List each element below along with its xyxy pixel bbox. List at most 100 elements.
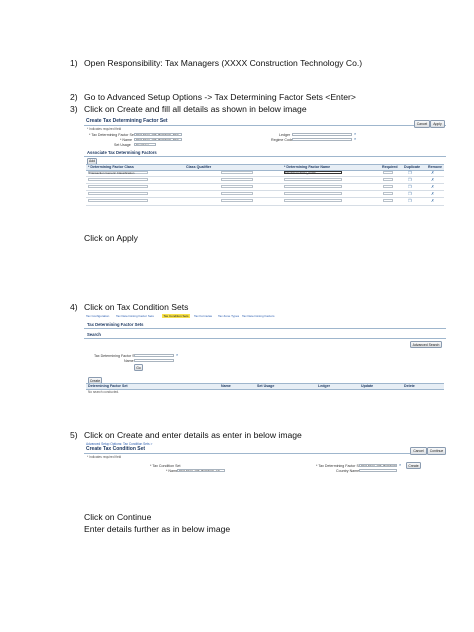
- factor-class-select[interactable]: [88, 185, 148, 189]
- class-qualifier-input[interactable]: [221, 192, 253, 196]
- instruction-click-apply: Click on Apply: [84, 233, 138, 243]
- search-icon[interactable]: ⌕: [354, 137, 356, 141]
- screenshot-create-factor-set: Create Tax Determining Factor Set Cancel…: [84, 117, 446, 215]
- step-4: 4) Click on Tax Condition Sets: [70, 302, 188, 312]
- page-title: Create Tax Determining Factor Set: [86, 118, 168, 124]
- column-header: Class Qualifier: [186, 165, 212, 169]
- step-1: 1) Open Responsibility: Tax Managers (XXX…: [70, 58, 362, 68]
- factor-set-input[interactable]: DET DECL-WS_BONNUS_RFG: [359, 463, 397, 468]
- remove-icon[interactable]: ✗: [431, 185, 434, 189]
- class-qualifier-input[interactable]: [221, 185, 253, 189]
- required-select[interactable]: [383, 199, 393, 203]
- factor-name-input[interactable]: [284, 178, 342, 182]
- step-5: 5) Click on Create and enter details as e…: [70, 430, 302, 440]
- column-header: * Determining Factor Name: [284, 165, 331, 169]
- tab-factor-sets[interactable]: Tax Determining Factor Sets: [116, 314, 154, 318]
- step-text: Click on Tax Condition Sets: [84, 302, 189, 312]
- country-label: Country Name: [336, 469, 360, 473]
- screenshot-create-condition-set: Advanced Setup Options: Tax Condition Se…: [84, 442, 446, 482]
- factor-set-input[interactable]: [134, 353, 174, 358]
- column-header: Determining Factor Set: [88, 384, 128, 388]
- duplicate-icon[interactable]: ❐: [408, 171, 412, 175]
- remove-icon[interactable]: ✗: [431, 199, 434, 203]
- column-header: Delete: [404, 384, 415, 388]
- tab-condition-sets[interactable]: Tax Condition Sets: [162, 314, 191, 318]
- name-label: * Name: [120, 138, 132, 142]
- regime-code-input[interactable]: [292, 137, 352, 142]
- column-header: Required: [382, 165, 398, 169]
- section-title: Associate Tax Determining Factors: [87, 150, 157, 155]
- factor-name-input[interactable]: [284, 199, 342, 203]
- remove-icon[interactable]: ✗: [431, 192, 434, 196]
- cancel-button[interactable]: Cancel: [414, 120, 430, 128]
- column-header: Duplicate: [404, 165, 421, 169]
- name-input[interactable]: DET DECL-WS_BONNUS_RFG: [134, 137, 182, 142]
- step-text: Open Responsibility: Tax Managers (XXXX …: [84, 58, 363, 68]
- factor-class-select[interactable]: [88, 178, 148, 182]
- class-qualifier-input[interactable]: [221, 171, 253, 175]
- divider: [84, 328, 446, 329]
- factor-class-select[interactable]: [88, 199, 148, 203]
- set-usage-select[interactable]: Tax Rules: [134, 142, 156, 147]
- ledger-input[interactable]: [292, 132, 352, 137]
- class-qualifier-input[interactable]: [221, 178, 253, 182]
- divider: [84, 338, 446, 339]
- name-input[interactable]: DET DECL-WS_BONNUS_CS: [177, 468, 225, 473]
- required-select[interactable]: [383, 185, 393, 189]
- factor-class-value: Transaction Generic Classification: [89, 171, 135, 175]
- required-select[interactable]: [383, 171, 393, 175]
- duplicate-icon[interactable]: ❐: [408, 178, 412, 182]
- step-number: 3): [70, 104, 78, 114]
- name-input[interactable]: [134, 358, 174, 363]
- advanced-search-button[interactable]: Advanced Search: [410, 341, 442, 348]
- step-text: Click on Create and fill all details as …: [84, 104, 307, 114]
- remove-icon[interactable]: ✗: [431, 178, 434, 182]
- required-select[interactable]: [383, 192, 393, 196]
- duplicate-icon[interactable]: ❐: [408, 185, 412, 189]
- step-number: 5): [70, 430, 78, 440]
- screenshot-condition-sets-search: Tax Configuration Tax Determining Factor…: [84, 314, 446, 398]
- instruction-click-continue: Click on Continue: [84, 512, 152, 522]
- required-hint: * Indicates required field: [87, 127, 122, 131]
- tab-zone-types[interactable]: Tax Zone Types: [218, 314, 239, 318]
- row-divider: [86, 176, 444, 177]
- divider: [84, 156, 446, 157]
- factor-name-input[interactable]: [284, 192, 342, 196]
- factor-set-label: Tax Determining Factor Set: [94, 354, 138, 358]
- divider: [84, 125, 446, 126]
- duplicate-icon[interactable]: ❐: [408, 199, 412, 203]
- step-number: 2): [70, 92, 78, 102]
- column-header: Ledger: [318, 384, 330, 388]
- step-text: Go to Advanced Setup Options -> Tax Dete…: [84, 92, 356, 102]
- country-input[interactable]: [359, 468, 397, 473]
- remove-icon[interactable]: ✗: [431, 171, 434, 175]
- divider: [84, 453, 446, 454]
- tab-determining-factors[interactable]: Tax Determining Factors: [242, 314, 275, 318]
- search-icon[interactable]: ⌕: [176, 353, 178, 357]
- factor-set-label: * Tax Determining Factor Set: [316, 464, 362, 468]
- factor-set-label: * Tax Determining Factor Set: [89, 133, 135, 137]
- tab-bar: Tax Configuration Tax Determining Factor…: [86, 314, 444, 319]
- column-header: * Determining Factor Class: [88, 165, 134, 169]
- create-button[interactable]: Create: [406, 462, 421, 469]
- cancel-button[interactable]: Cancel: [410, 447, 427, 455]
- set-usage-label: Set Usage: [114, 143, 131, 147]
- regime-code-label: Regime Code: [271, 138, 293, 142]
- column-header: Remove: [428, 165, 442, 169]
- factor-class-select[interactable]: [88, 192, 148, 196]
- apply-button[interactable]: Apply: [430, 120, 445, 128]
- class-qualifier-input[interactable]: [221, 199, 253, 203]
- row-divider: [86, 197, 444, 198]
- go-button[interactable]: Go: [134, 364, 143, 371]
- required-select[interactable]: [383, 178, 393, 182]
- column-header: Set Usage: [257, 384, 275, 388]
- duplicate-icon[interactable]: ❐: [408, 192, 412, 196]
- factor-set-input[interactable]: DET DECL-WS_BONNUS_RFG: [134, 132, 182, 137]
- factor-name-value: TRANSACTION_TYPE: [285, 171, 317, 175]
- tab-tax-formulas[interactable]: Tax Formulas: [194, 314, 212, 318]
- tab-tax-configuration[interactable]: Tax Configuration: [86, 314, 109, 318]
- search-icon[interactable]: ⌕: [399, 463, 401, 467]
- factor-name-input[interactable]: [284, 185, 342, 189]
- continue-button[interactable]: Continue: [427, 447, 446, 455]
- page-title: Tax Determining Factor Sets: [87, 322, 144, 327]
